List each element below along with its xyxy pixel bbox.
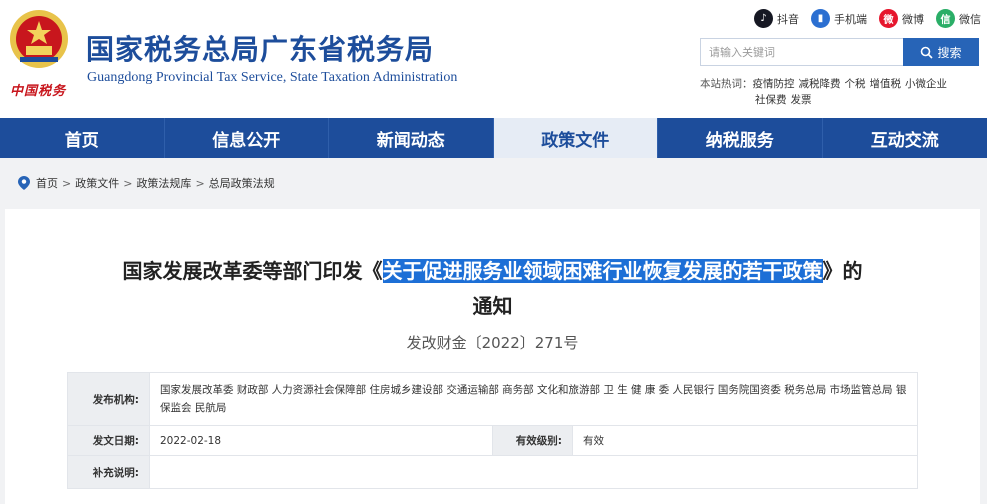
article-title-suffix: 》的 (822, 259, 863, 283)
breadcrumb-separator: > (62, 176, 72, 190)
hot-word-link[interactable]: 发票 (791, 94, 812, 106)
document-number: 发改财金〔2022〕271号 (406, 334, 579, 352)
document-meta-table: 发布机构: 国家发展改革委 财政部 人力资源社会保障部 住房城乡建设部 交通运输… (67, 372, 918, 489)
search-input[interactable] (700, 38, 903, 66)
article-container: 国家发展改革委等部门印发《关于促进服务业领域困难行业恢复发展的若干政策》的 通知… (5, 209, 980, 504)
nav-news[interactable]: 新闻动态 (329, 118, 494, 158)
nav-tax-services[interactable]: 纳税服务 (658, 118, 823, 158)
issue-date-value: 2022-02-18 (149, 425, 493, 456)
breadcrumb-policy-library[interactable]: 政策法规库 (136, 175, 191, 191)
hot-word-link[interactable]: 增值税 (870, 78, 902, 90)
nav-interaction[interactable]: 互动交流 (823, 118, 987, 158)
site-subtitle: Guangdong Provincial Tax Service, State … (87, 70, 458, 85)
site-header: 中国税务 国家税务总局广东省税务局 Guangdong Provincial T… (0, 0, 987, 118)
table-row: 补充说明: (67, 455, 918, 489)
tiktok-icon: ♪ (754, 9, 773, 28)
mobile-icon: ▮ (811, 9, 830, 28)
breadcrumb-home[interactable]: 首页 (36, 175, 58, 191)
main-nav: 首页 信息公开 新闻动态 政策文件 纳税服务 互动交流 (0, 118, 987, 158)
article-title: 国家发展改革委等部门印发《关于促进服务业领域困难行业恢复发展的若干政策》的 通知 (5, 254, 980, 324)
breadcrumb-sat-regulations[interactable]: 总局政策法规 (209, 175, 275, 191)
search-bar: 搜索 (700, 38, 979, 66)
hot-word-link[interactable]: 小微企业 (905, 78, 947, 90)
nav-home[interactable]: 首页 (0, 118, 165, 158)
location-pin-icon (18, 176, 30, 190)
breadcrumb-separator: > (195, 176, 205, 190)
site-title[interactable]: 国家税务总局广东省税务局 (86, 28, 434, 68)
supplementary-note-label: 补充说明: (67, 455, 150, 489)
social-mobile-label: 手机端 (834, 12, 867, 26)
social-weibo-label: 微博 (902, 12, 924, 26)
search-button-label: 搜索 (937, 45, 962, 60)
tax-emblem-icon (10, 10, 68, 68)
hot-word-link[interactable]: 减税降费 (799, 78, 841, 90)
china-tax-logo-text: 中国税务 (10, 84, 67, 99)
social-tiktok[interactable]: ♪ 抖音 (754, 9, 799, 28)
publisher-value: 国家发展改革委 财政部 人力资源社会保障部 住房城乡建设部 交通运输部 商务部 … (149, 372, 918, 426)
social-weibo[interactable]: 微 微博 (879, 9, 924, 28)
publisher-label: 发布机构: (67, 372, 150, 426)
breadcrumb-policy-documents[interactable]: 政策文件 (75, 175, 119, 191)
search-button[interactable]: 搜索 (903, 38, 979, 66)
weibo-icon: 微 (879, 9, 898, 28)
supplementary-note-value (149, 455, 918, 489)
hot-word-link[interactable]: 疫情防控 (753, 78, 795, 90)
table-row: 发布机构: 国家发展改革委 财政部 人力资源社会保障部 住房城乡建设部 交通运输… (67, 372, 918, 426)
nav-policy-documents[interactable]: 政策文件 (493, 118, 658, 158)
social-tiktok-label: 抖音 (777, 12, 799, 26)
breadcrumb-separator: > (123, 176, 133, 190)
validity-label: 有效级别: (492, 425, 573, 456)
search-icon (921, 46, 934, 59)
article-title-highlight: 关于促进服务业领域困难行业恢复发展的若干政策 (382, 259, 823, 283)
hot-word-link[interactable]: 社保费 (755, 94, 787, 106)
article-title-prefix: 国家发展改革委等部门印发《 (122, 259, 383, 283)
article-title-line2: 通知 (472, 294, 513, 318)
hot-words: 本站热词：疫情防控 减税降费 个税 增值税 小微企业 社保费 发票 (700, 76, 982, 108)
issue-date-label: 发文日期: (67, 425, 150, 456)
table-row: 发文日期: 2022-02-18 有效级别: 有效 (67, 425, 918, 456)
social-links: ♪ 抖音 ▮ 手机端 微 微博 信 微信 (754, 9, 981, 28)
social-wechat[interactable]: 信 微信 (936, 9, 981, 28)
hot-words-label: 本站热词： (700, 78, 753, 90)
nav-info-disclosure[interactable]: 信息公开 (165, 118, 329, 158)
social-wechat-label: 微信 (959, 12, 981, 26)
hot-word-link[interactable]: 个税 (845, 78, 866, 90)
wechat-icon: 信 (936, 9, 955, 28)
breadcrumb: 首页 > 政策文件 > 政策法规库 > 总局政策法规 (18, 175, 275, 191)
validity-value: 有效 (572, 425, 918, 456)
social-mobile[interactable]: ▮ 手机端 (811, 9, 867, 28)
